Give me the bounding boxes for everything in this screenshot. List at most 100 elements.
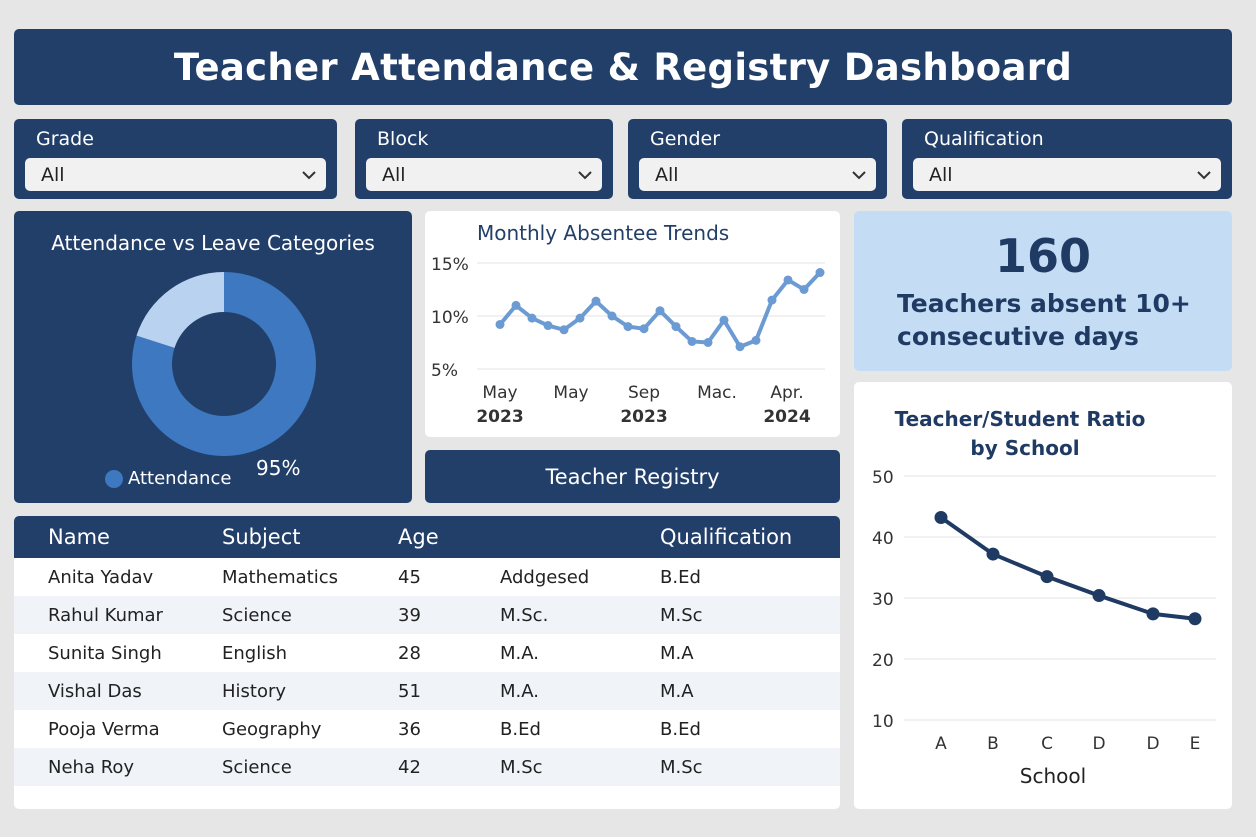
chevron-down-icon [302, 170, 316, 179]
table-cell: Neha Roy [48, 757, 135, 778]
trend-x-label: Apr. [770, 383, 803, 403]
table-cell: Anita Yadav [48, 567, 154, 588]
ratio-point[interactable] [934, 510, 948, 524]
ratio-point[interactable] [1092, 589, 1106, 603]
filter-qualification: Qualification All [902, 119, 1232, 199]
trend-point[interactable] [639, 324, 649, 334]
legend-attendance-swatch [105, 470, 123, 488]
page-title: Teacher Attendance & Registry Dashboard [173, 45, 1073, 89]
table-cell: M.A [660, 681, 694, 702]
ratio-x-tick: C [1041, 734, 1053, 754]
trend-point[interactable] [751, 335, 761, 345]
table-cell: Science [222, 757, 292, 778]
table-row[interactable]: Vishal Das History 51 M.A. M.A [14, 672, 840, 710]
table-cell: Sunita Singh [48, 643, 162, 664]
table-header: Name Subject Age Qualification [14, 516, 840, 558]
ratio-x-tick: D [1146, 734, 1159, 754]
trend-point[interactable] [671, 322, 681, 332]
header-age[interactable]: Age [398, 525, 439, 549]
kpi-value: 160 [994, 229, 1092, 283]
table-cell: Pooja Verma [48, 719, 160, 740]
ratio-chart-card: Teacher/Student Ratio by School 50 40 30 20 10… [854, 382, 1232, 809]
table-cell: Addgesed [500, 567, 590, 588]
donut-slice-1[interactable] [136, 272, 224, 348]
block-select[interactable]: All [366, 158, 602, 191]
ratio-point[interactable] [986, 547, 1000, 561]
ratio-point[interactable] [1040, 570, 1054, 584]
trend-point[interactable] [575, 313, 585, 323]
table-cell: Vishal Das [48, 681, 142, 702]
table-cell: Geography [222, 719, 322, 740]
filter-qualification-label: Qualification [924, 128, 1044, 150]
grade-select-value: All [41, 163, 65, 186]
gender-select[interactable]: All [639, 158, 876, 191]
trend-point[interactable] [623, 322, 633, 332]
ratio-point[interactable] [1146, 607, 1160, 621]
table-cell: 51 [398, 681, 421, 702]
trend-point[interactable] [799, 285, 809, 294]
table-cell: B.Ed [660, 567, 701, 588]
header-subject[interactable]: Subject [222, 525, 301, 549]
table-cell: 28 [398, 643, 421, 664]
trend-y-tick: 5% [431, 361, 458, 381]
trend-point[interactable] [815, 268, 825, 278]
trend-x-label: May [553, 383, 588, 403]
table-cell: B.Ed [500, 719, 541, 740]
grade-select[interactable]: All [25, 158, 326, 191]
filter-grade: Grade All [14, 119, 337, 199]
trend-point[interactable] [703, 338, 713, 347]
table-cell: English [222, 643, 287, 664]
header-name[interactable]: Name [48, 525, 110, 549]
trend-x-sublabel: 2024 [763, 407, 810, 427]
header-qualification[interactable]: Qualification [660, 525, 792, 549]
trend-point[interactable] [495, 319, 505, 329]
ratio-title-line1: Teacher/Student Ratio [895, 407, 1146, 431]
table-row[interactable]: Anita Yadav Mathematics 45 Addgesed B.Ed [14, 558, 840, 596]
title-bar: Teacher Attendance & Registry Dashboard [14, 29, 1232, 105]
filter-block: Block All [355, 119, 613, 199]
trend-point[interactable] [687, 336, 697, 346]
table-row[interactable]: Pooja Verma Geography 36 B.Ed B.Ed [14, 710, 840, 748]
chevron-down-icon [1197, 170, 1211, 179]
ratio-y-tick: 40 [872, 529, 894, 549]
donut-percent-label: 95% [256, 456, 301, 480]
table-cell: History [222, 681, 287, 702]
trend-point[interactable] [607, 311, 617, 321]
qualification-select-value: All [929, 163, 953, 186]
table-cell: B.Ed [660, 719, 701, 740]
table-row[interactable]: Sunita Singh English 28 M.A. M.A [14, 634, 840, 672]
ratio-y-tick: 10 [872, 712, 894, 732]
qualification-select[interactable]: All [913, 158, 1221, 191]
trend-point[interactable] [559, 325, 569, 335]
trend-point[interactable] [783, 275, 793, 285]
chevron-down-icon [578, 170, 592, 179]
trend-point[interactable] [719, 315, 729, 325]
table-row[interactable]: Rahul Kumar Science 39 M.Sc. M.Sc [14, 596, 840, 634]
kpi-label: Teachers absent 10+ consecutive days [897, 289, 1191, 351]
trend-x-sublabel: 2023 [620, 407, 667, 427]
table-row[interactable]: Neha Roy Science 42 M.Sc M.Sc [14, 748, 840, 786]
trend-point[interactable] [655, 306, 665, 316]
table-cell: 45 [398, 567, 421, 588]
trend-point[interactable] [543, 321, 553, 331]
teacher-registry-button[interactable]: Teacher Registry [425, 450, 840, 503]
ratio-y-tick: 30 [872, 590, 894, 610]
trend-y-tick: 15% [431, 255, 469, 275]
ratio-x-tick: E [1190, 734, 1201, 754]
trend-point[interactable] [735, 342, 745, 352]
table-body: Anita Yadav Mathematics 45 Addgesed B.Ed Rahu… [14, 558, 840, 786]
trend-point[interactable] [511, 300, 521, 310]
trend-point[interactable] [527, 313, 537, 323]
table-cell: Mathematics [222, 567, 338, 588]
trend-point[interactable] [767, 295, 777, 305]
absentee-trend-card: Monthly Absentee Trends 15% 10% 5% May 2023 M… [425, 211, 840, 437]
ratio-x-axis-label: School [1020, 764, 1086, 788]
table-cell: Science [222, 605, 292, 626]
table-cell: M.Sc [660, 757, 703, 778]
attendance-donut-card: Attendance vs Leave Categories [14, 211, 412, 503]
teacher-registry-table: Name Subject Age Qualification Anita Yad… [14, 516, 840, 809]
gender-select-value: All [655, 163, 679, 186]
trend-x-sublabel: 2023 [476, 407, 523, 427]
trend-point[interactable] [591, 296, 601, 306]
ratio-point[interactable] [1188, 612, 1202, 626]
